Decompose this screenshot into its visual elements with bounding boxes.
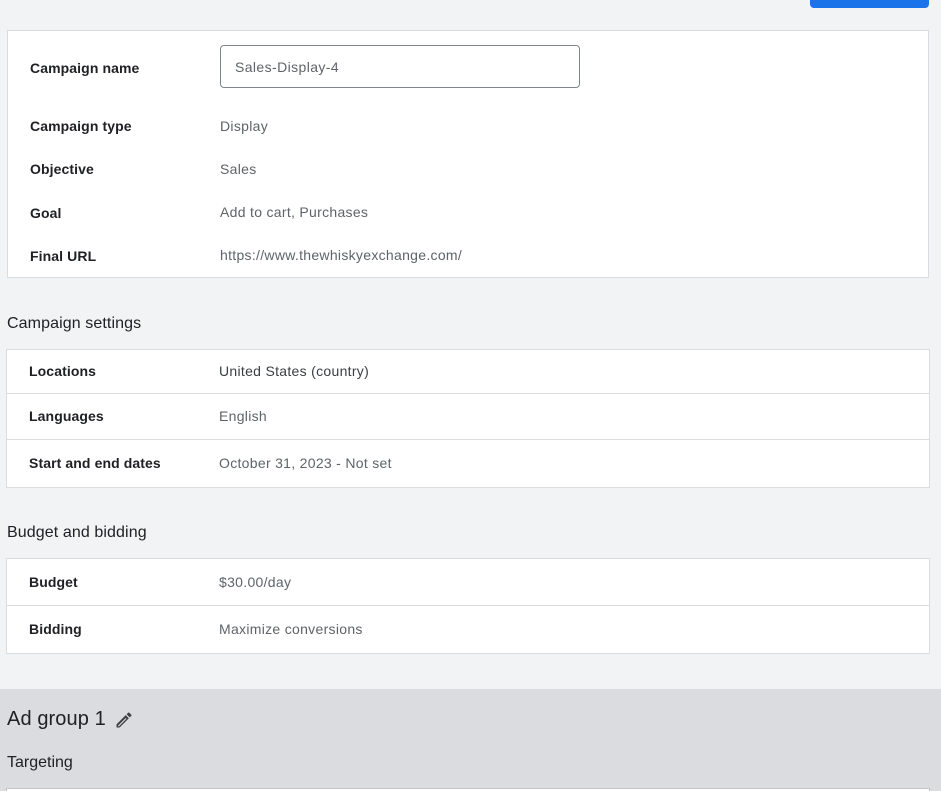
setting-row-budget[interactable]: Budget $30.00/day (6, 558, 930, 606)
setting-row-dates[interactable]: Start and end dates October 31, 2023 - N… (6, 439, 930, 488)
budget-bidding-title: Budget and bidding (7, 524, 147, 541)
setting-row-languages[interactable]: Languages English (6, 393, 930, 440)
languages-label: Languages (29, 408, 104, 424)
campaign-type-value: Display (220, 118, 269, 134)
goal-value: Add to cart, Purchases (220, 204, 369, 220)
ad-group-title: Ad group 1 (7, 708, 106, 730)
locations-label: Locations (29, 363, 97, 379)
dates-label: Start and end dates (29, 455, 161, 471)
locations-value: United States (country) (219, 363, 370, 379)
pencil-icon[interactable] (114, 710, 134, 730)
pencil-icon-graphic (116, 711, 132, 727)
top-action-button[interactable] (810, 0, 929, 8)
bidding-label: Bidding (29, 621, 82, 637)
campaign-summary-card: Campaign name Campaign type Display Obje… (7, 30, 929, 278)
dates-value: October 31, 2023 - Not set (219, 455, 392, 471)
ad-group-header: Ad group 1 (7, 708, 134, 731)
setting-row-bidding[interactable]: Bidding Maximize conversions (6, 605, 930, 654)
campaign-name-label: Campaign name (30, 60, 140, 76)
ad-group-section (0, 689, 941, 791)
objective-value: Sales (220, 161, 257, 177)
objective-label: Objective (30, 161, 94, 177)
goal-label: Goal (30, 205, 62, 221)
targeting-title: Targeting (7, 754, 73, 771)
bidding-value: Maximize conversions (219, 621, 363, 637)
campaign-type-label: Campaign type (30, 118, 132, 134)
setting-row-locations[interactable]: Locations United States (country) (6, 349, 930, 394)
budget-value: $30.00/day (219, 574, 292, 590)
campaign-name-input[interactable] (220, 45, 580, 88)
final-url-value: https://www.thewhiskyexchange.com/ (220, 247, 463, 263)
final-url-label: Final URL (30, 248, 97, 264)
campaign-settings-title: Campaign settings (7, 315, 142, 332)
budget-label: Budget (29, 574, 78, 590)
languages-value: English (219, 408, 268, 424)
